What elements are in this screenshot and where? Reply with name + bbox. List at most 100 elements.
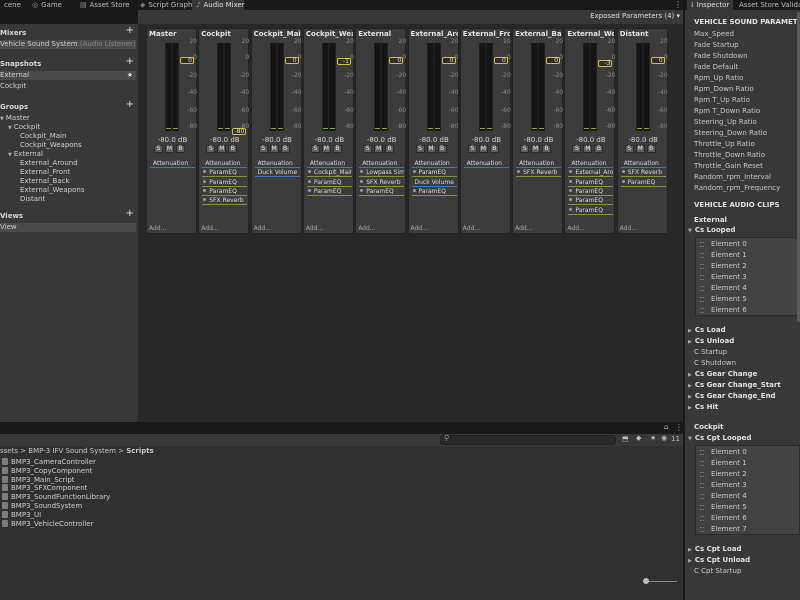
- add-effect-button[interactable]: Add...: [567, 225, 584, 232]
- mute-button[interactable]: M: [269, 145, 279, 153]
- clip-foldout[interactable]: ▶ Cs Unload: [688, 336, 734, 347]
- bypass-button[interactable]: B: [542, 145, 552, 153]
- effect-slot[interactable]: ParamEQ: [411, 168, 457, 178]
- param-field[interactable]: Fade Startup: [694, 40, 739, 51]
- effect-slot[interactable]: Lowpass Sim: [359, 168, 405, 178]
- clip-foldout[interactable]: C Startup: [694, 347, 727, 358]
- effect-enable-dot-icon[interactable]: [360, 179, 364, 183]
- effect-slot[interactable]: Duck Volume: [254, 168, 300, 178]
- view-item[interactable]: View: [0, 223, 136, 232]
- effect-slot[interactable]: Attenuation: [516, 159, 562, 168]
- mute-button[interactable]: M: [478, 145, 488, 153]
- drag-handle-icon[interactable]: [700, 297, 704, 302]
- list-element[interactable]: Element 2: [696, 469, 799, 480]
- add-effect-button[interactable]: Add...: [254, 225, 271, 232]
- effect-enable-dot-icon[interactable]: [360, 170, 364, 174]
- add-view-button[interactable]: +: [126, 209, 134, 219]
- list-element[interactable]: Element 7: [696, 524, 799, 535]
- group-item-external-weapons[interactable]: External_Weapons: [0, 186, 136, 195]
- add-mixer-button[interactable]: +: [126, 26, 134, 36]
- drag-handle-icon[interactable]: [700, 308, 704, 313]
- effect-slot[interactable]: ParamEQ: [620, 178, 666, 187]
- clip-foldout[interactable]: C Cpt Startup: [694, 566, 741, 577]
- mute-button[interactable]: M: [374, 145, 384, 153]
- effect-slot[interactable]: External_Arou: [568, 168, 614, 178]
- param-field[interactable]: Rpm_Down Ratio: [694, 84, 754, 95]
- script-file-item[interactable]: BMP3_UI: [2, 510, 41, 520]
- drag-handle-icon[interactable]: [700, 242, 704, 247]
- clip-foldout[interactable]: ▶ Cs Gear Change: [688, 369, 757, 380]
- drag-handle-icon[interactable]: [700, 450, 704, 455]
- effect-enable-dot-icon[interactable]: [203, 170, 207, 174]
- effect-enable-dot-icon[interactable]: [621, 179, 625, 183]
- cs-cpt-looped-foldout[interactable]: ▼ Cs Cpt Looped: [688, 433, 751, 444]
- mixer-strip-external-fron[interactable]: External_Fron200-20-40-60-800-80.0 dBSMB…: [459, 28, 511, 234]
- effect-slot[interactable]: SFX Reverb: [359, 178, 405, 187]
- effect-slot[interactable]: SFX Reverb: [202, 196, 248, 206]
- effect-enable-dot-icon[interactable]: [517, 170, 521, 174]
- drag-handle-icon[interactable]: [700, 527, 704, 532]
- tab-asset-store[interactable]: ▤ Asset Store: [76, 0, 135, 10]
- effect-slot[interactable]: Attenuation: [150, 159, 195, 168]
- effect-slot[interactable]: Attenuation: [411, 159, 457, 168]
- script-file-item[interactable]: BMP3_SoundFunctionLibrary: [2, 493, 110, 502]
- list-element[interactable]: Element 2: [696, 261, 799, 272]
- solo-button[interactable]: S: [258, 145, 268, 153]
- tabbar-menu-icon[interactable]: ⋮: [674, 0, 682, 10]
- clip-foldout[interactable]: ▶ Cs Load: [688, 325, 726, 336]
- fader-handle[interactable]: 0: [180, 57, 194, 65]
- effect-slot[interactable]: SFX Reverb: [516, 168, 562, 178]
- effect-slot[interactable]: Attenuation: [306, 159, 352, 168]
- param-field[interactable]: Fade Default: [694, 62, 738, 73]
- effect-enable-dot-icon[interactable]: [203, 179, 207, 183]
- group-item-external[interactable]: ▼ External: [0, 150, 136, 159]
- effect-enable-dot-icon[interactable]: [307, 179, 311, 183]
- list-element[interactable]: Element 5: [696, 502, 799, 513]
- fader-handle[interactable]: -80: [232, 127, 247, 135]
- add-effect-button[interactable]: Add...: [358, 225, 375, 232]
- script-file-item[interactable]: BMP3_CopyComponent: [2, 466, 92, 476]
- group-item-master[interactable]: ▼ Master: [0, 114, 136, 123]
- drag-handle-icon[interactable]: [700, 494, 704, 499]
- exposed-parameters-dropdown[interactable]: Exposed Parameters (4) ▾: [590, 12, 680, 20]
- drag-handle-icon[interactable]: [700, 461, 704, 466]
- bypass-button[interactable]: B: [594, 145, 604, 153]
- add-effect-button[interactable]: Add...: [411, 225, 428, 232]
- clip-foldout[interactable]: C Shutdown: [694, 358, 736, 369]
- foldout-arrow-icon[interactable]: ▶: [688, 405, 692, 411]
- effect-slot[interactable]: ParamEQ: [568, 196, 614, 206]
- group-item-external-back[interactable]: External_Back: [0, 177, 136, 186]
- mute-button[interactable]: M: [635, 145, 645, 153]
- script-file-item[interactable]: BMP3_SFXComponent: [2, 484, 87, 493]
- list-element[interactable]: Element 0: [696, 239, 799, 250]
- solo-button[interactable]: S: [363, 145, 373, 153]
- foldout-arrow-icon[interactable]: ▶: [688, 328, 692, 334]
- fader-handle[interactable]: 0: [493, 57, 508, 65]
- effect-slot[interactable]: ParamEQ: [306, 187, 352, 196]
- mixer-strip-master[interactable]: Master 20 0 -20 -40 -60 -80 0 -80.0 dB S M B Attenua…: [146, 28, 197, 234]
- solo-button[interactable]: S: [520, 145, 530, 153]
- breadcrumb-parents[interactable]: ssets > BMP-3 IFV Sound System >: [0, 447, 126, 455]
- effect-enable-dot-icon[interactable]: [569, 170, 573, 174]
- fader-handle[interactable]: 0: [441, 57, 456, 65]
- list-element[interactable]: Element 4: [696, 491, 799, 502]
- effect-slot[interactable]: ParamEQ: [411, 187, 457, 196]
- solo-button[interactable]: S: [154, 145, 163, 153]
- effect-slot[interactable]: ParamEQ: [202, 178, 248, 187]
- effect-enable-dot-icon[interactable]: [412, 188, 416, 192]
- effect-slot[interactable]: Attenuation: [254, 159, 300, 168]
- drag-handle-icon[interactable]: [700, 275, 704, 280]
- expand-arrow-icon[interactable]: ▼: [0, 116, 4, 122]
- drag-handle-icon[interactable]: [700, 483, 704, 488]
- effect-enable-dot-icon[interactable]: [569, 198, 573, 202]
- list-element[interactable]: Element 1: [696, 250, 799, 261]
- effect-slot[interactable]: ParamEQ: [359, 187, 405, 196]
- drag-handle-icon[interactable]: [700, 505, 704, 510]
- snapshot-item-cockpit[interactable]: Cockpit: [0, 82, 136, 91]
- foldout-arrow-icon[interactable]: ▶: [688, 558, 692, 564]
- foldout-arrow-icon[interactable]: ▶: [688, 394, 692, 400]
- bypass-button[interactable]: B: [280, 145, 290, 153]
- effect-slot[interactable]: Attenuation: [359, 159, 405, 168]
- drag-handle-icon[interactable]: [700, 264, 704, 269]
- mute-button[interactable]: M: [321, 145, 331, 153]
